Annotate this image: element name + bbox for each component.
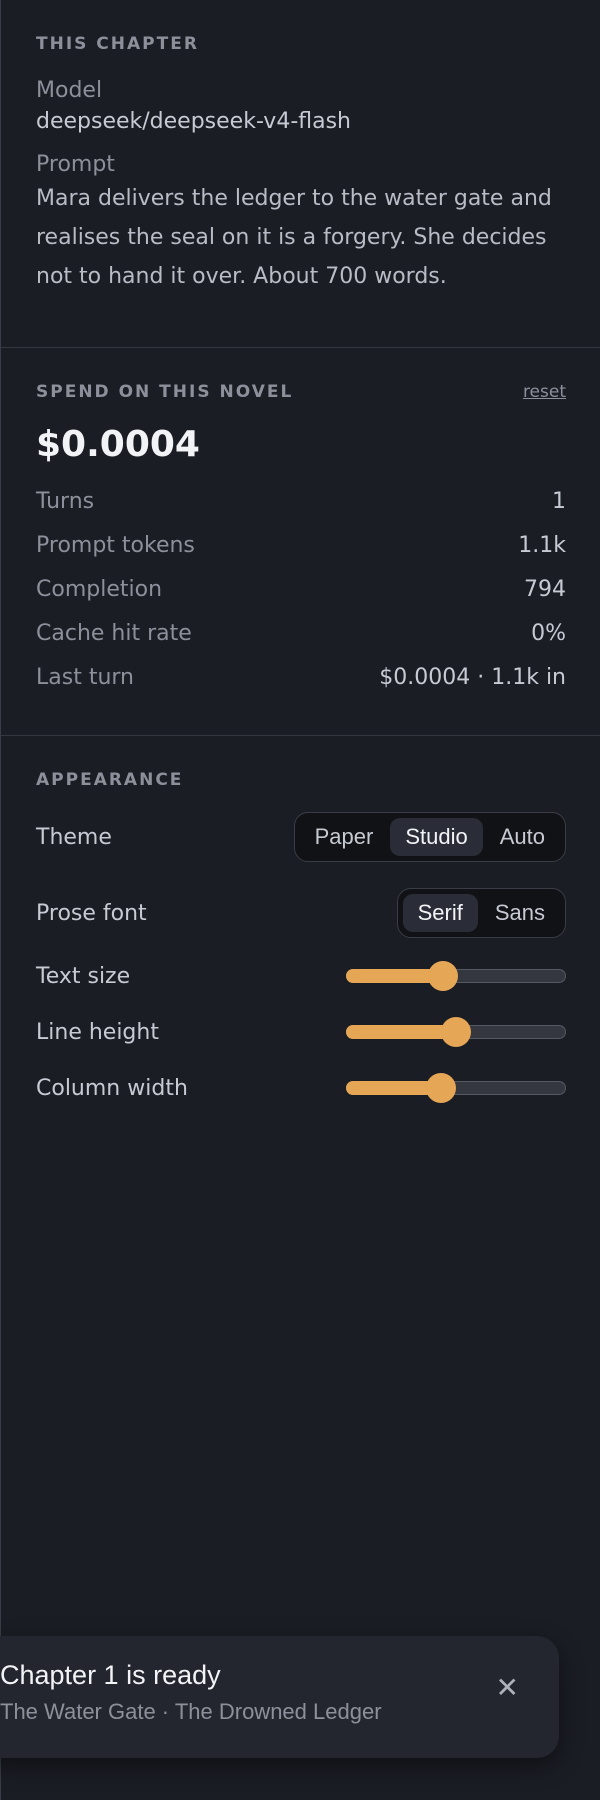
theme-label: Theme	[36, 824, 112, 850]
prompt-line: Mara delivers the ledger to the water ga…	[36, 186, 552, 211]
stat-label: Cache hit rate	[36, 620, 192, 646]
stat-value: 1.1k	[518, 532, 566, 558]
spend-stats: Turns 1 Prompt tokens 1.1k Completion 79…	[36, 479, 566, 699]
theme-option-auto[interactable]: Auto	[485, 818, 560, 856]
stat-label: Prompt tokens	[36, 532, 195, 558]
stat-label: Turns	[36, 488, 95, 514]
sliders: Text size Line height Column width	[36, 948, 566, 1116]
slider-label: Text size	[36, 963, 131, 989]
spend-header: SPEND ON THIS NOVEL reset	[36, 382, 566, 402]
model-value: deepseek/deepseek-v4-flash	[36, 109, 352, 134]
stat-value: 1	[552, 488, 566, 514]
spend-heading: SPEND ON THIS NOVEL	[36, 382, 294, 402]
slider-label: Column width	[36, 1075, 188, 1101]
stat-value: $0.0004 · 1.1k in	[379, 664, 566, 690]
slider-row-text-size: Text size	[36, 948, 566, 1004]
slider-row-column-width: Column width	[36, 1060, 566, 1116]
prompt-line: realises the seal on it is a forgery. Sh…	[36, 225, 547, 250]
chapter-ready-toast: Chapter 1 is ready The Water Gate · The …	[0, 1636, 559, 1758]
close-icon[interactable]: ✕	[496, 1674, 519, 1702]
stat-row-cache-hit: Cache hit rate 0%	[36, 611, 566, 655]
slider-thumb[interactable]	[427, 961, 458, 991]
font-option-serif[interactable]: Serif	[402, 894, 478, 932]
slider-fill	[346, 1025, 456, 1039]
chapter-section: THIS CHAPTER Model deepseek/deepseek-v4-…	[1, 0, 600, 348]
stat-value: 0%	[531, 620, 566, 646]
reset-link[interactable]: reset	[523, 382, 566, 402]
theme-option-paper[interactable]: Paper	[300, 818, 389, 856]
settings-panel: THIS CHAPTER Model deepseek/deepseek-v4-…	[0, 0, 600, 1800]
toast-title: Chapter 1 is ready	[0, 1660, 221, 1690]
font-label: Prose font	[36, 900, 147, 926]
stat-row-turns: Turns 1	[36, 479, 566, 523]
stat-row-prompt-tokens: Prompt tokens 1.1k	[36, 523, 566, 567]
appearance-heading: APPEARANCE	[36, 770, 184, 790]
spend-section: SPEND ON THIS NOVEL reset $0.0004 Turns …	[1, 348, 600, 736]
font-segmented-control: Serif Sans	[396, 888, 566, 938]
stat-label: Completion	[36, 576, 163, 602]
spend-total: $0.0004	[36, 424, 200, 465]
prompt-label: Prompt	[36, 152, 115, 177]
slider-row-line-height: Line height	[36, 1004, 566, 1060]
slider-thumb[interactable]	[425, 1073, 456, 1103]
prompt-text: Mara delivers the ledger to the water ga…	[36, 179, 566, 296]
stat-value: 794	[524, 576, 566, 602]
chapter-heading: THIS CHAPTER	[36, 34, 199, 54]
model-label: Model	[36, 78, 103, 103]
column-width-slider[interactable]	[346, 1073, 566, 1103]
stat-label: Last turn	[36, 664, 134, 690]
theme-segmented-control: Paper Studio Auto	[293, 812, 566, 862]
line-height-slider[interactable]	[346, 1017, 566, 1047]
theme-option-studio[interactable]: Studio	[390, 818, 483, 856]
text-size-slider[interactable]	[346, 961, 566, 991]
font-row: Prose font Serif Sans	[36, 888, 566, 938]
appearance-section: APPEARANCE Theme Paper Studio Auto Prose…	[1, 736, 600, 1152]
stat-row-completion: Completion 794	[36, 567, 566, 611]
font-option-sans[interactable]: Sans	[480, 894, 560, 932]
stat-row-last-turn: Last turn $0.0004 · 1.1k in	[36, 655, 566, 699]
slider-label: Line height	[36, 1019, 159, 1045]
prompt-line: not to hand it over. About 700 words.	[36, 264, 447, 289]
toast-subtitle: The Water Gate · The Drowned Ledger	[0, 1699, 382, 1724]
slider-thumb[interactable]	[441, 1017, 471, 1047]
theme-row: Theme Paper Studio Auto	[36, 812, 566, 862]
